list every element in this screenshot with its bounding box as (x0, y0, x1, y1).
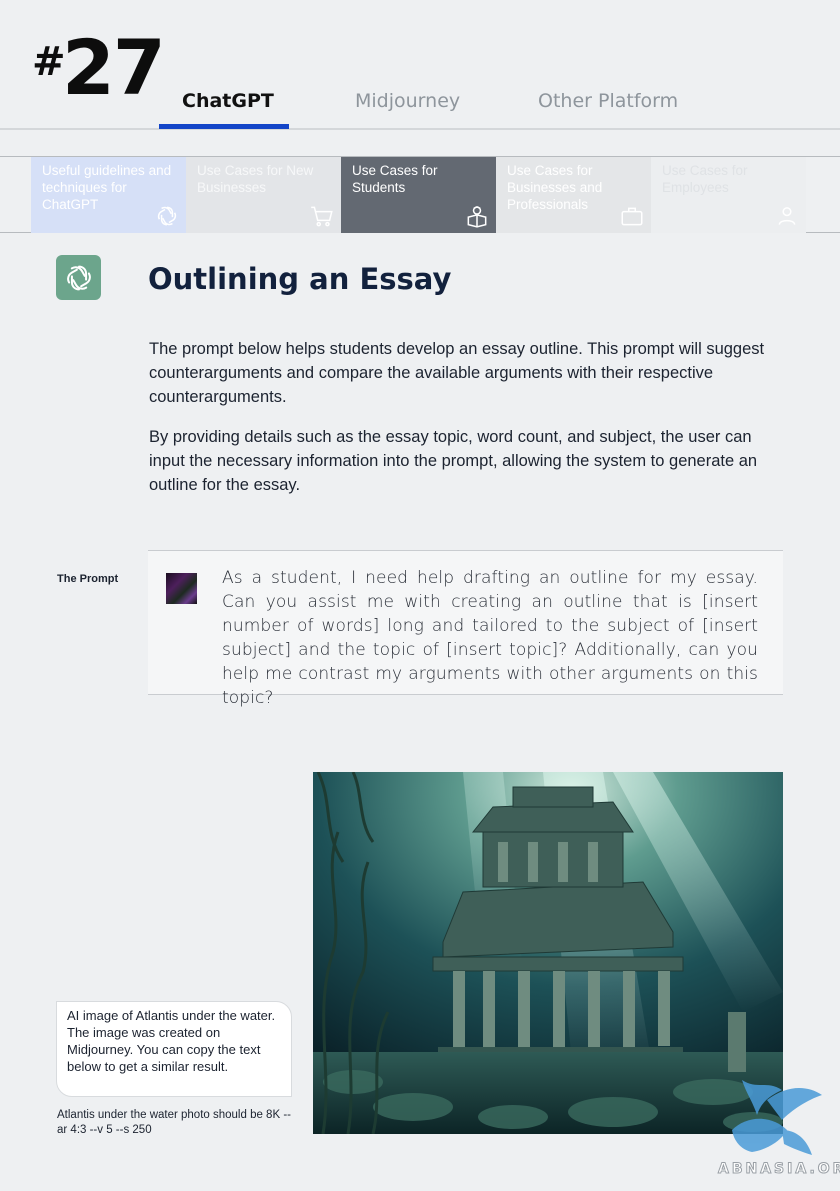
header-divider (0, 128, 840, 130)
category-businesses-professionals[interactable]: Use Cases for Businesses and Professiona… (496, 157, 651, 233)
category-strip: Useful guidelines and techniques for Cha… (0, 156, 840, 233)
category-guidelines[interactable]: Useful guidelines and techniques for Cha… (31, 157, 186, 233)
page-number-hash: # (32, 39, 66, 85)
section-title: Outlining an Essay (148, 262, 452, 296)
prompt-box[interactable]: As a student, I need help drafting an ou… (148, 550, 783, 708)
category-label: Use Cases for Employees (662, 163, 748, 195)
details-paragraph: By providing details such as the essay t… (149, 428, 758, 494)
active-tab-indicator (159, 124, 289, 129)
category-students[interactable]: Use Cases for Students (341, 157, 496, 233)
prompt-text[interactable]: As a student, I need help drafting an ou… (222, 566, 758, 710)
image-caption: AI image of Atlantis under the water. Th… (56, 1001, 292, 1097)
chatgpt-logo-icon (66, 265, 91, 290)
prompt-label: The Prompt (57, 573, 119, 585)
briefcase-icon (621, 207, 643, 226)
category-label: Use Cases for Students (352, 163, 438, 195)
employee-icon (778, 207, 796, 225)
category-label: Use Cases for New Businesses (197, 163, 314, 195)
page-header: # 27 ChatGPT Midjourney Other Platform (0, 0, 840, 130)
tab-midjourney[interactable]: Midjourney (355, 90, 460, 112)
intro-paragraph: The prompt below helps students develop … (149, 340, 765, 406)
section-logo (56, 255, 101, 300)
student-icon (467, 205, 487, 228)
prompt-thumbnail (166, 573, 197, 604)
tab-other-platform[interactable]: Other Platform (538, 90, 678, 112)
image-prompt-text[interactable]: Atlantis under the water photo should be… (57, 1108, 297, 1138)
page-number-value: 27 (62, 23, 166, 112)
category-new-businesses[interactable]: Use Cases for New Businesses (186, 157, 341, 233)
watermark-text: ABNASIA.ORG (718, 1161, 840, 1178)
shopping-cart-icon (311, 206, 333, 227)
tab-chatgpt[interactable]: ChatGPT (182, 90, 274, 112)
category-employees[interactable]: Use Cases for Employees (651, 157, 806, 233)
chatgpt-logo-icon (157, 206, 177, 226)
